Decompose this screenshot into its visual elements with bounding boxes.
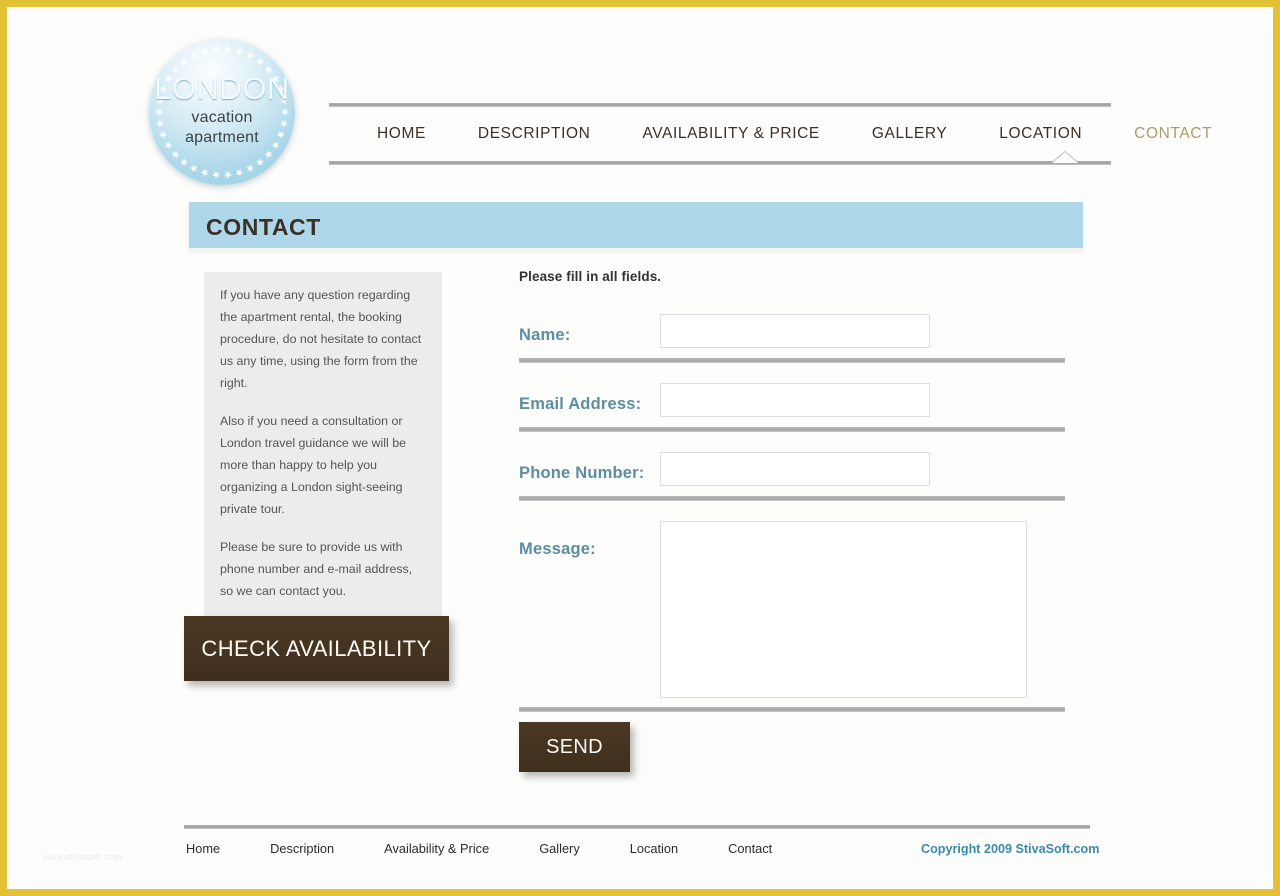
send-button[interactable]: SEND (519, 722, 630, 772)
field-divider (519, 707, 1065, 712)
message-field[interactable] (660, 521, 1027, 698)
page-title-bar-strip (189, 248, 1083, 253)
site-logo[interactable]: LONDON vacation apartment (149, 39, 295, 185)
footer-link-location[interactable]: Location (630, 841, 678, 856)
message-field-label: Message: (519, 540, 596, 558)
nav-item-list: HOME DESCRIPTION AVAILABILITY & PRICE GALLE… (329, 107, 1212, 161)
phone-field[interactable] (660, 452, 930, 486)
name-field-label: Name: (519, 326, 571, 344)
main-navigation: HOME DESCRIPTION AVAILABILITY & PRICE GALLE… (329, 103, 1212, 165)
nav-item-home[interactable]: HOME (351, 125, 452, 143)
footer-rule (184, 825, 1090, 829)
star-ring-icon (154, 45, 290, 179)
footer-link-home[interactable]: Home (186, 841, 220, 856)
field-divider (519, 427, 1065, 432)
info-panel: If you have any question regarding the a… (204, 272, 442, 618)
nav-item-location[interactable]: LOCATION (973, 125, 1108, 143)
form-field-list: Name: Email Address: Phone Number: Message: (519, 314, 1079, 736)
form-row-email-field: Email Address: (519, 383, 1079, 452)
form-row-message-field: Message: (519, 521, 1079, 736)
nav-bottom-rule (329, 161, 1111, 165)
field-divider (519, 496, 1065, 501)
footer-link-gallery[interactable]: Gallery (539, 841, 580, 856)
email-field[interactable] (660, 383, 930, 417)
info-paragraph: Please be sure to provide us with phone … (220, 540, 413, 598)
site-header: LONDON vacation apartment HOME DESCRIPTIO… (7, 7, 1273, 192)
field-divider (519, 358, 1065, 363)
watermark-text: www.stivasoft.com (43, 852, 123, 862)
form-row-phone-field: Phone Number: (519, 452, 1079, 521)
footer-navigation: Home Description Availability & Price Galle… (186, 841, 822, 856)
page-canvas: LONDON vacation apartment HOME DESCRIPTIO… (7, 7, 1273, 889)
footer-link-contact[interactable]: Contact (728, 841, 772, 856)
form-hint: Please fill in all fields. (519, 269, 662, 284)
nav-active-notch-icon (1052, 152, 1078, 163)
info-paragraph: Also if you need a consultation or Londo… (220, 414, 406, 516)
nav-item-availability-price[interactable]: AVAILABILITY & PRICE (616, 125, 845, 143)
footer-link-availability-price[interactable]: Availability & Price (384, 841, 489, 856)
copyright-text: Copyright 2009 StivaSoft.com (921, 842, 1100, 856)
page-title: CONTACT (206, 214, 321, 240)
contact-form: Please fill in all fields. Name: Email Ad… (519, 269, 1079, 736)
nav-item-description[interactable]: DESCRIPTION (452, 125, 617, 143)
name-field[interactable] (660, 314, 930, 348)
nav-item-contact[interactable]: CONTACT (1108, 125, 1238, 143)
page-title-bar (189, 202, 1083, 248)
nav-item-gallery[interactable]: GALLERY (846, 125, 973, 143)
footer-link-description[interactable]: Description (270, 841, 334, 856)
page-frame: LONDON vacation apartment HOME DESCRIPTIO… (0, 0, 1280, 896)
phone-field-label: Phone Number: (519, 464, 645, 482)
info-paragraph: If you have any question regarding the a… (220, 288, 422, 390)
form-row-name-field: Name: (519, 314, 1079, 383)
check-availability-button[interactable]: CHECK AVAILABILITY (184, 616, 449, 681)
email-field-label: Email Address: (519, 395, 642, 413)
